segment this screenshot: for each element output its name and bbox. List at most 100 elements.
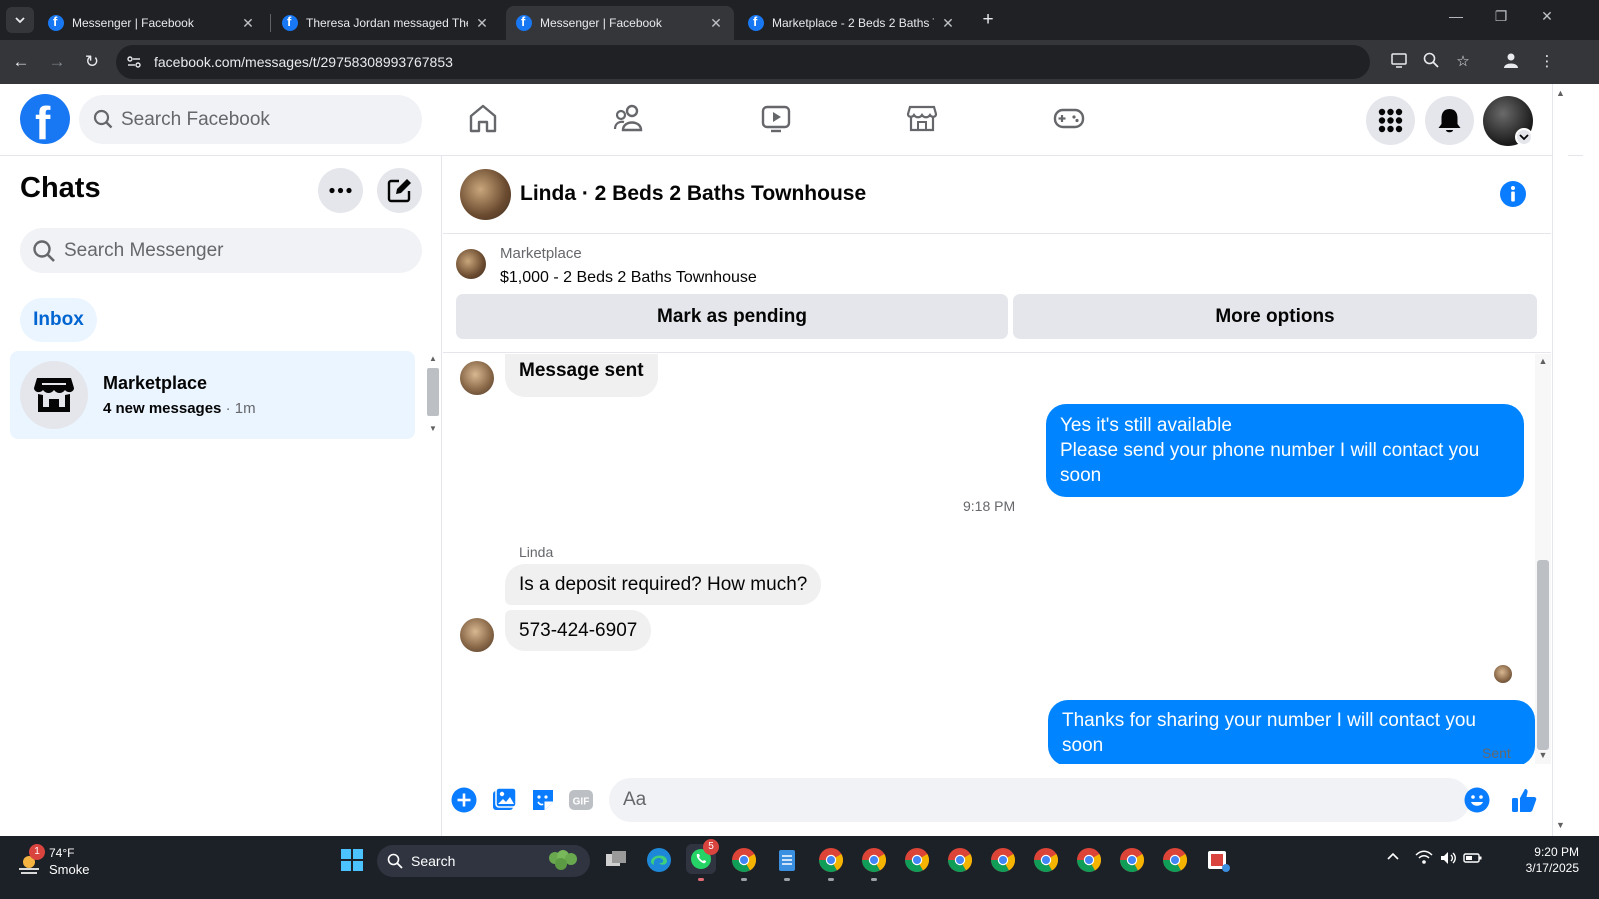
restore-icon[interactable]: ❐ <box>1486 8 1516 25</box>
chrome-icon[interactable] <box>730 846 758 874</box>
chevron-down-icon <box>15 17 25 24</box>
notepad-icon[interactable] <box>773 846 801 874</box>
message-bubble-incoming[interactable]: Message sent <box>505 354 658 397</box>
thumbs-up-icon[interactable] <box>1510 786 1538 814</box>
message-bubble-incoming[interactable]: 573-424-6907 <box>505 610 652 651</box>
home-icon[interactable] <box>466 101 500 135</box>
scroll-up-icon[interactable]: ▲ <box>429 354 437 363</box>
gif-icon[interactable]: GIF <box>567 786 595 814</box>
tab-search-button[interactable] <box>6 7 34 33</box>
video-icon[interactable] <box>759 101 793 135</box>
chrome-profile-icon[interactable] <box>989 846 1017 874</box>
marketplace-icon[interactable] <box>905 101 939 135</box>
chrome-profile-icon[interactable] <box>946 846 974 874</box>
chrome-profile-icon[interactable] <box>903 846 931 874</box>
site-settings-icon[interactable] <box>126 54 142 70</box>
zoom-icon[interactable] <box>1420 51 1442 73</box>
listing-title[interactable]: $1,000 - 2 Beds 2 Baths Townhouse <box>500 269 757 287</box>
task-view-icon[interactable] <box>602 846 630 874</box>
chat-options-button[interactable] <box>318 168 363 213</box>
reload-icon[interactable]: ↻ <box>81 51 103 73</box>
inbox-filter[interactable]: Inbox <box>20 298 97 342</box>
message-bubble-outgoing[interactable]: Thanks for sharing your number I will co… <box>1048 700 1535 764</box>
edge-browser-icon[interactable] <box>645 846 673 874</box>
emoji-icon[interactable] <box>1463 786 1491 814</box>
scrollbar-thumb[interactable] <box>427 368 439 416</box>
taskbar-search[interactable]: Search <box>377 845 590 877</box>
weather-widget[interactable]: 1 74°F Smoke <box>14 844 114 884</box>
show-hidden-icons[interactable] <box>1386 850 1400 867</box>
message-bubble-outgoing[interactable]: Yes it's still available Please send you… <box>1046 404 1524 497</box>
chrome-profile-icon[interactable] <box>860 846 888 874</box>
notifications-button[interactable] <box>1425 96 1474 145</box>
new-message-button[interactable] <box>377 168 422 213</box>
windows-start-icon[interactable] <box>338 846 366 874</box>
scroll-down-icon[interactable]: ▼ <box>1556 820 1565 830</box>
message-input[interactable] <box>623 778 1443 822</box>
contact-avatar[interactable] <box>460 169 511 220</box>
app-active-indicator <box>698 878 704 881</box>
menu-button[interactable] <box>1366 96 1415 145</box>
chat-list-scrollbar[interactable]: ▲ ▼ <box>426 354 440 436</box>
close-tab-icon[interactable]: ✕ <box>474 15 490 32</box>
close-tab-icon[interactable]: ✕ <box>940 15 956 32</box>
browser-tab-3-active[interactable]: Messenger | Facebook ✕ <box>506 6 734 40</box>
conversation-title[interactable]: Linda · 2 Beds 2 Baths Townhouse <box>520 182 866 206</box>
scroll-up-icon[interactable]: ▲ <box>1556 88 1565 98</box>
facebook-search-input[interactable] <box>121 95 411 144</box>
volume-icon[interactable] <box>1439 850 1457 869</box>
messenger-search[interactable] <box>20 228 422 273</box>
more-options-button[interactable]: More options <box>1013 294 1537 339</box>
url-text[interactable]: facebook.com/messages/t/2975830899376785… <box>154 54 453 70</box>
account-chevron-icon[interactable] <box>1515 128 1533 146</box>
install-app-icon[interactable] <box>1388 51 1410 73</box>
browser-tab-4[interactable]: Marketplace - 2 Beds 2 Baths Townhouse ✕ <box>738 6 966 40</box>
sticker-icon[interactable] <box>529 786 557 814</box>
scroll-down-icon[interactable]: ▼ <box>429 424 437 433</box>
battery-icon[interactable] <box>1463 850 1483 869</box>
browser-menu-icon[interactable]: ⋮ <box>1536 51 1558 73</box>
message-input-box[interactable] <box>609 778 1470 822</box>
browser-tab-2[interactable]: Theresa Jordan messaged Theresa ✕ <box>272 6 500 40</box>
snipping-tool-icon[interactable] <box>1204 846 1232 874</box>
sender-avatar[interactable] <box>460 361 494 395</box>
chrome-profile-icon[interactable] <box>1032 846 1060 874</box>
messenger-search-input[interactable] <box>64 228 404 273</box>
scroll-down-icon[interactable]: ▼ <box>1538 750 1548 760</box>
close-tab-icon[interactable]: ✕ <box>708 15 724 32</box>
wifi-icon[interactable] <box>1415 850 1433 869</box>
bookmark-star-icon[interactable]: ☆ <box>1452 51 1474 73</box>
friends-icon[interactable] <box>612 101 646 135</box>
chrome-profile-icon[interactable] <box>1118 846 1146 874</box>
close-tab-icon[interactable]: ✕ <box>240 15 256 32</box>
chrome-profile-icon[interactable] <box>1075 846 1103 874</box>
taskbar-clock[interactable]: 9:20 PM 3/17/2025 <box>1497 844 1579 876</box>
address-bar[interactable]: facebook.com/messages/t/2975830899376785… <box>116 45 1370 79</box>
new-tab-button[interactable]: + <box>977 9 999 31</box>
chrome-profile-icon[interactable] <box>817 846 845 874</box>
listing-thumbnail[interactable] <box>456 249 486 279</box>
back-icon[interactable]: ← <box>10 51 32 73</box>
scroll-up-icon[interactable]: ▲ <box>1538 356 1548 366</box>
facebook-logo[interactable]: f <box>20 94 70 149</box>
info-icon[interactable] <box>1499 180 1527 208</box>
plus-circle-icon[interactable] <box>450 786 478 814</box>
facebook-search[interactable] <box>79 95 422 144</box>
mark-as-pending-button[interactable]: Mark as pending <box>456 294 1008 339</box>
conversation-item-marketplace[interactable]: Marketplace 4 new messages · 1m <box>10 351 415 439</box>
page-scrollbar[interactable]: ▲ ▼ <box>1552 84 1568 836</box>
whatsapp-button[interactable]: 5 <box>686 839 719 874</box>
thread-scrollbar[interactable]: ▲ ▼ <box>1535 354 1551 764</box>
close-window-icon[interactable]: ✕ <box>1532 8 1562 25</box>
browser-tab-1[interactable]: Messenger | Facebook ✕ <box>38 6 266 40</box>
photo-icon[interactable] <box>490 786 518 814</box>
chrome-profile-icon[interactable] <box>1161 846 1189 874</box>
scrollbar-thumb[interactable] <box>1537 560 1549 750</box>
minimize-icon[interactable]: — <box>1441 8 1471 24</box>
weather-temperature: 74°F <box>49 846 75 860</box>
message-bubble-incoming[interactable]: Is a deposit required? How much? <box>505 564 822 605</box>
sender-avatar[interactable] <box>460 618 494 652</box>
forward-icon[interactable]: → <box>46 51 68 73</box>
gaming-icon[interactable] <box>1052 101 1086 135</box>
profile-icon[interactable] <box>1500 51 1522 73</box>
